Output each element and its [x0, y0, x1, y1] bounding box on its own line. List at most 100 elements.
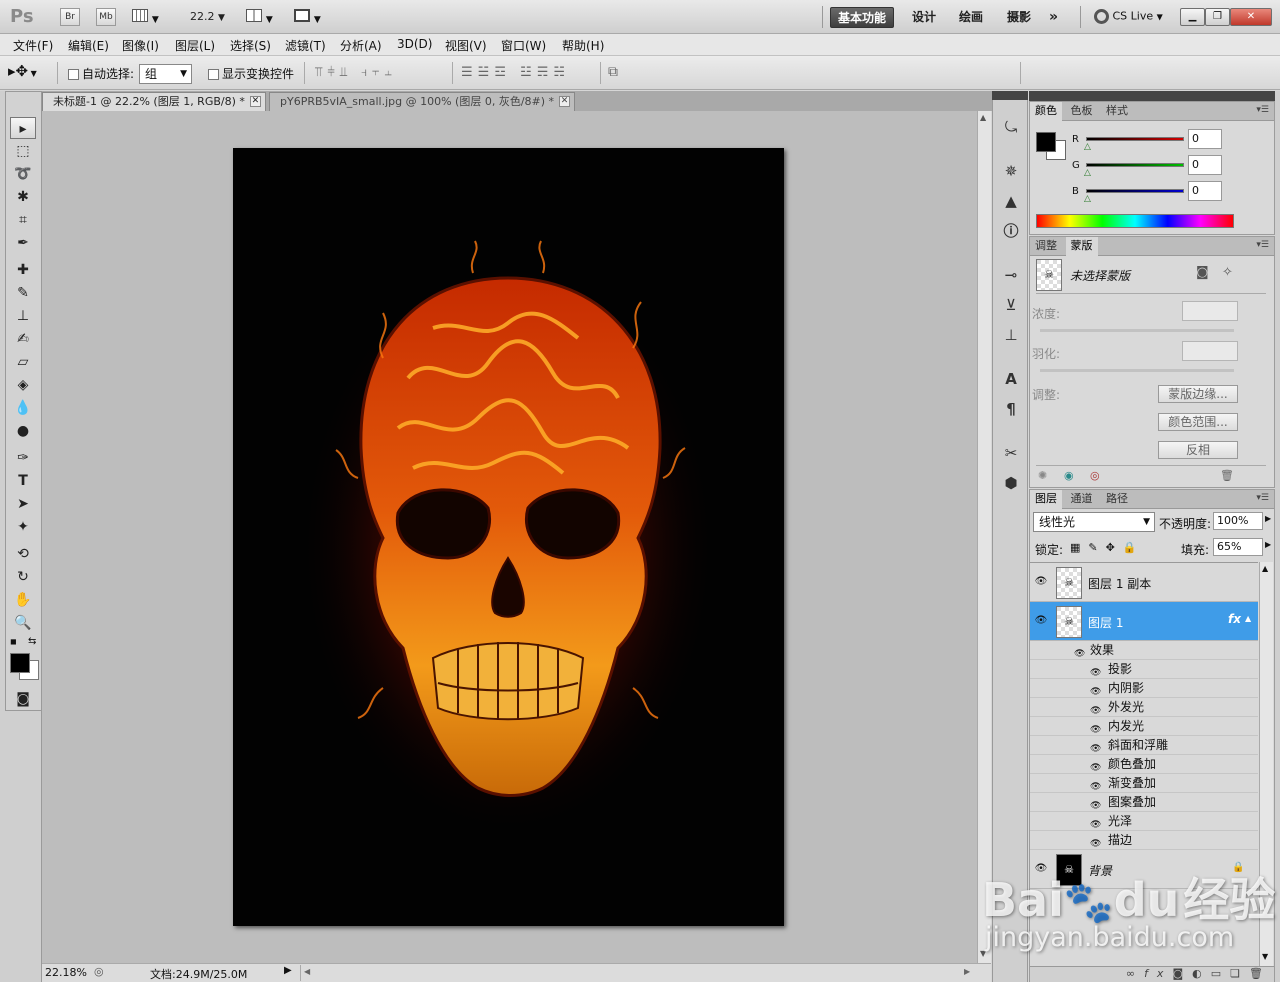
bridge-button[interactable]: Br — [60, 8, 80, 26]
load-selection-icon[interactable]: ✺ — [1038, 469, 1047, 482]
3d-panel-icon[interactable]: ⬢ — [999, 472, 1023, 494]
panel-menu-icon[interactable]: ▾☰ — [1256, 493, 1269, 503]
clone-source-icon[interactable]: ⊻ — [999, 294, 1023, 316]
move-tool-icon[interactable]: ▸ — [10, 117, 36, 139]
scroll-right-icon[interactable]: ▶ — [964, 967, 970, 976]
panel-menu-icon[interactable]: ▾☰ — [1256, 240, 1269, 250]
mini-bridge-button[interactable]: Mb — [96, 8, 116, 26]
more-workspaces-icon[interactable]: » — [1042, 7, 1065, 28]
tab-color[interactable]: 颜色 — [1030, 102, 1062, 121]
scroll-up-icon[interactable]: ▲ — [980, 113, 986, 122]
channel-b-input[interactable]: 0 — [1188, 181, 1222, 201]
pen-tool-icon[interactable]: ✑ — [10, 447, 36, 469]
3d-orbit-tool-icon[interactable]: ↻ — [10, 566, 36, 588]
zoom-level-dropdown[interactable]: 22.2 ▼ — [190, 10, 225, 23]
mask-visibility-icon[interactable]: ◎ — [1090, 469, 1100, 482]
menu-view[interactable]: 视图(V) — [445, 37, 487, 54]
effect-item[interactable]: 👁 内阴影 — [1030, 679, 1258, 698]
fill-arrow-icon[interactable]: ▶ — [1265, 540, 1271, 549]
panel-menu-icon[interactable]: ▾☰ — [1256, 105, 1269, 115]
channel-r-slider[interactable] — [1086, 137, 1184, 141]
channel-b-slider[interactable] — [1086, 189, 1184, 193]
align-vcenter-icon[interactable]: ⫩ — [327, 65, 339, 80]
actions-icon[interactable]: ✂ — [999, 442, 1023, 464]
eye-icon[interactable]: 👁 — [1033, 575, 1049, 589]
density-slider[interactable] — [1040, 329, 1234, 332]
distribute-right-icon[interactable]: ☵ — [553, 65, 570, 80]
distribute-left-icon[interactable]: ☳ — [520, 65, 537, 80]
add-mask-icon[interactable]: ◙ — [1172, 967, 1192, 980]
workspace-essentials[interactable]: 基本功能 — [830, 7, 895, 28]
histogram-icon[interactable]: ▲ — [999, 190, 1023, 212]
cs-live-button[interactable]: CS Live ▼ — [1094, 9, 1163, 24]
effect-item[interactable]: 👁 渐变叠加 — [1030, 774, 1258, 793]
effect-item[interactable]: 👁 颜色叠加 — [1030, 755, 1258, 774]
apply-mask-icon[interactable]: ◉ — [1064, 469, 1074, 482]
character-icon[interactable]: A — [999, 368, 1023, 390]
screen-mode-button[interactable]: ▼ — [294, 9, 328, 25]
auto-select-check[interactable] — [68, 69, 79, 80]
workspace-painting[interactable]: 绘画 — [952, 7, 990, 28]
default-colors-icon[interactable]: ◼ — [10, 637, 17, 646]
add-layer-style-icon[interactable]: fx — [1144, 967, 1172, 980]
paint-bucket-tool-icon[interactable]: ◈ — [10, 374, 36, 396]
align-hcenter-icon[interactable]: ⫟ — [372, 65, 384, 80]
menu-file[interactable]: 文件(F) — [13, 37, 53, 54]
tab-adjustments[interactable]: 调整 — [1030, 237, 1062, 256]
align-buttons-group[interactable]: ⫪⫩⫫ ⫞⫟⫠ — [315, 65, 397, 80]
tab-styles[interactable]: 样式 — [1101, 102, 1133, 121]
new-layer-icon[interactable]: ❏ — [1230, 967, 1249, 980]
workspace-design[interactable]: 设计 — [905, 7, 943, 28]
lock-position-icon[interactable]: ✥ — [1106, 541, 1123, 554]
restore-icon[interactable]: ❐ — [1205, 8, 1230, 26]
brush-presets-icon[interactable]: ⊸ — [999, 264, 1023, 286]
zoom-percentage[interactable]: 22.18% — [45, 966, 87, 979]
zoom-tool-icon[interactable]: 🔍 — [10, 612, 36, 634]
invert-button[interactable]: 反相 — [1158, 441, 1238, 459]
color-range-button[interactable]: 颜色范围... — [1158, 413, 1238, 431]
document-canvas[interactable] — [233, 148, 784, 926]
dodge-tool-icon[interactable]: ● — [10, 420, 36, 442]
close-tab-icon[interactable]: ✕ — [249, 96, 261, 107]
eraser-tool-icon[interactable]: ▱ — [10, 351, 36, 373]
info-icon[interactable]: ⓘ — [999, 220, 1023, 242]
auto-select-dropdown[interactable]: 组 ▼ — [139, 64, 192, 84]
menu-image[interactable]: 图像(I) — [122, 37, 159, 54]
lock-pixels-icon[interactable]: ✎ — [1088, 541, 1105, 554]
tab-channels[interactable]: 通道 — [1066, 490, 1098, 509]
align-left-icon[interactable]: ⫞ — [361, 65, 372, 80]
layer-fx-badge[interactable]: fx — [1228, 612, 1241, 626]
slider-thumb-icon[interactable]: △ — [1084, 142, 1091, 152]
menu-3d[interactable]: 3D(D) — [397, 37, 432, 51]
channel-g-slider[interactable] — [1086, 163, 1184, 167]
minimize-icon[interactable]: ▁ — [1180, 8, 1205, 26]
status-menu-arrow-icon[interactable]: ▶ — [284, 965, 292, 976]
tab-layers[interactable]: 图层 — [1030, 490, 1062, 509]
foreground-color-swatch[interactable] — [10, 653, 30, 673]
effect-item[interactable]: 👁 描边 — [1030, 831, 1258, 850]
density-input[interactable] — [1182, 301, 1238, 321]
quick-mask-icon[interactable]: ◙ — [10, 688, 36, 710]
status-info-icon[interactable]: ◎ — [94, 965, 104, 978]
menu-help[interactable]: 帮助(H) — [562, 37, 604, 54]
marquee-tool-icon[interactable]: ⬚ — [10, 140, 36, 162]
menu-layer[interactable]: 图层(L) — [175, 37, 215, 54]
channel-r-input[interactable]: 0 — [1188, 129, 1222, 149]
close-tab-icon[interactable]: ✕ — [559, 96, 571, 107]
3d-rotate-tool-icon[interactable]: ⟲ — [10, 543, 36, 565]
add-vector-mask-icon[interactable]: ✧ — [1222, 265, 1233, 280]
show-transform-checkbox[interactable]: 显示变换控件 — [208, 65, 294, 82]
menu-analysis[interactable]: 分析(A) — [340, 37, 382, 54]
lock-transparency-icon[interactable]: ▦ — [1070, 541, 1088, 554]
color-foreground-swatch[interactable] — [1036, 132, 1056, 152]
clone-stamp-tool-icon[interactable]: ⊥ — [10, 305, 36, 327]
opacity-arrow-icon[interactable]: ▶ — [1265, 514, 1271, 523]
tab-document-1[interactable]: 未标题-1 @ 22.2% (图层 1, RGB/8) * ✕ — [42, 92, 266, 111]
scroll-down-icon[interactable]: ▼ — [1262, 952, 1268, 961]
tab-swatches[interactable]: 色板 — [1066, 102, 1098, 121]
history-icon[interactable]: ⤿ — [999, 116, 1023, 138]
tab-document-2[interactable]: pY6PRB5vIA_small.jpg @ 100% (图层 0, 灰色/8#… — [269, 92, 576, 111]
scroll-up-icon[interactable]: ▲ — [1262, 564, 1268, 573]
swap-colors-icon[interactable]: ⇆ — [28, 636, 36, 647]
tab-paths[interactable]: 路径 — [1101, 490, 1133, 509]
